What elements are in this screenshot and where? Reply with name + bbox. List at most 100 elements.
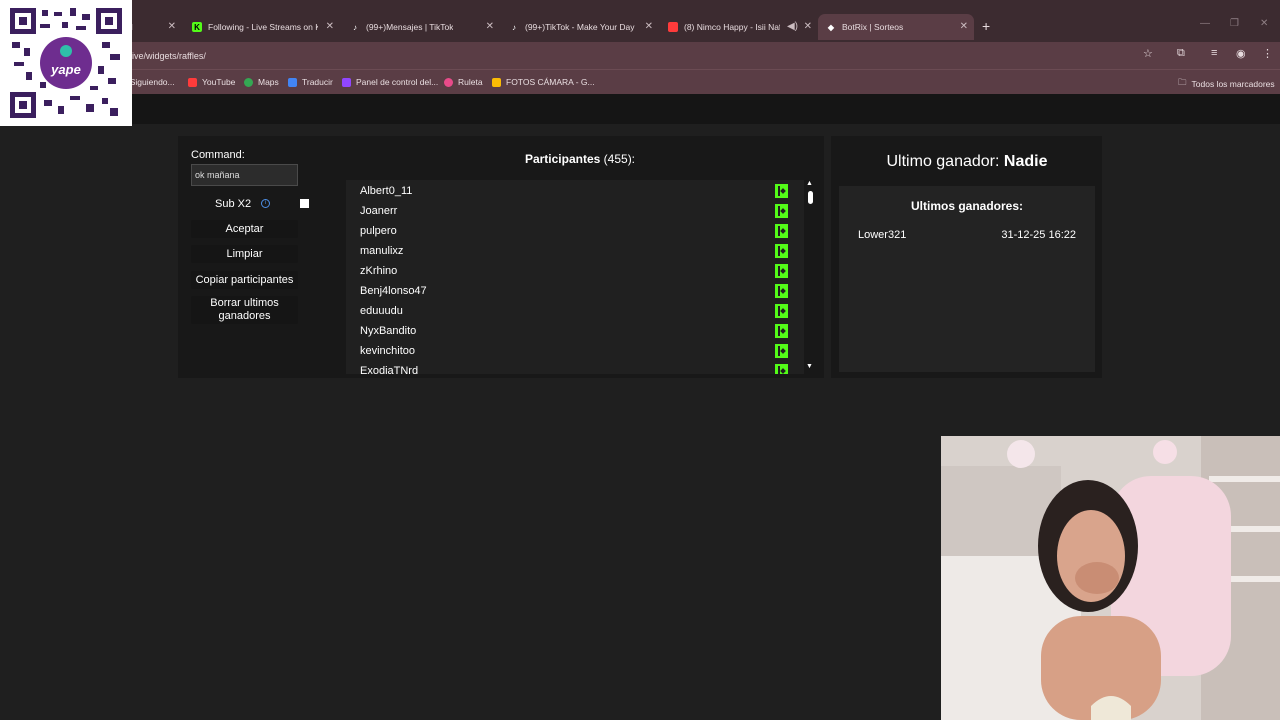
accept-button[interactable]: Aceptar	[191, 220, 298, 238]
page-header-strip	[0, 94, 1280, 124]
extensions-icon[interactable]: ⧉	[1177, 47, 1185, 60]
tab-bar: d ✕ K Following - Live Streams on Kick ✕…	[0, 0, 1280, 42]
tab-botrix[interactable]: ◆ BotRix | Sorteos ✕	[818, 14, 974, 40]
close-icon[interactable]: ✕	[168, 21, 176, 32]
list-item: NyxBandito	[346, 321, 804, 341]
twitch-icon	[342, 77, 351, 87]
list-item: manulixz	[346, 241, 804, 261]
drive-icon	[492, 77, 501, 87]
clear-button[interactable]: Limpiar	[191, 245, 298, 263]
participant-name: Benj4lonso47	[360, 285, 427, 297]
last-winner-title: Ultimo ganador: Nadie	[839, 153, 1095, 171]
list-item: kevinchitoo	[346, 341, 804, 361]
last-winners-box: Ultimos ganadores: Lower321 31-12-25 16:…	[839, 186, 1095, 372]
kick-icon	[775, 304, 788, 318]
participant-name: eduuudu	[360, 305, 403, 317]
menu-icon[interactable]: ⋮	[1262, 47, 1273, 60]
bookmark-label: Todos los marcadores	[1191, 79, 1275, 89]
close-icon[interactable]: ✕	[486, 21, 494, 32]
kick-icon	[775, 224, 788, 238]
bookmark-ruleta[interactable]: Ruleta	[444, 77, 483, 87]
participants-list[interactable]: Albert0_11 Joanerr pulpero manulixz zKrh…	[346, 180, 804, 374]
tab-1[interactable]: d ✕	[128, 14, 176, 40]
participants-heading: Participantes	[524, 152, 601, 166]
tiktok-icon: ♪	[512, 22, 516, 32]
speaker-icon[interactable]: ◀)	[787, 21, 798, 32]
list-item: ExodiaTNrd	[346, 361, 804, 374]
list-item: zKrhino	[346, 261, 804, 281]
scroll-down-icon[interactable]: ▼	[806, 363, 813, 370]
window-close-icon[interactable]: ✕	[1260, 18, 1268, 29]
bookmark-siguiendo[interactable]: oSiguiendo...	[125, 77, 175, 87]
list-item: pulpero	[346, 221, 804, 241]
participant-name: Albert0_11	[360, 185, 413, 197]
bookmark-label: Maps	[258, 77, 279, 87]
bookmark-label: Traducir	[302, 77, 333, 87]
tab-title: Following - Live Streams on Kick	[208, 22, 318, 32]
media-icon[interactable]: ≡	[1211, 47, 1217, 59]
participant-name: manulixz	[360, 245, 404, 257]
restore-icon[interactable]: ❐	[1230, 18, 1239, 29]
minimize-icon[interactable]: —	[1200, 18, 1210, 29]
kick-icon	[775, 204, 788, 218]
bookmark-traducir[interactable]: Traducir	[288, 77, 333, 87]
sub-x2-checkbox[interactable]	[300, 199, 309, 208]
webcam-image	[941, 436, 1280, 720]
participants-scrollbar[interactable]: ▲ ▼	[804, 180, 816, 374]
kick-icon	[775, 264, 788, 278]
tab-title: (8) Nimco Happy - Isii Naftu	[684, 22, 780, 32]
yape-qr-code: yape	[0, 0, 132, 126]
bookmark-youtube[interactable]: YouTube	[188, 77, 235, 87]
youtube-icon	[188, 77, 197, 87]
close-icon[interactable]: ✕	[326, 21, 334, 32]
scroll-thumb[interactable]	[808, 191, 813, 204]
command-input[interactable]	[191, 164, 298, 186]
star-icon[interactable]: ☆	[1143, 47, 1153, 60]
participant-name: ExodiaTNrd	[360, 365, 419, 374]
copy-participants-button[interactable]: Copiar participantes	[191, 271, 298, 289]
bookmark-maps[interactable]: Maps	[244, 77, 279, 87]
tab-title: (99+)TikTok - Make Your Day	[525, 22, 635, 32]
new-tab-button[interactable]: +	[982, 18, 990, 34]
bookmark-label: FOTOS CÁMARA - G...	[506, 77, 595, 87]
tab-kick-following[interactable]: K Following - Live Streams on Kick ✕	[192, 14, 334, 40]
scroll-up-icon[interactable]: ▲	[806, 180, 813, 187]
sub-x2-label: Sub X2	[215, 198, 252, 210]
kick-icon	[775, 284, 788, 298]
youtube-icon	[668, 22, 678, 32]
folder-icon: 🗀	[1178, 77, 1187, 87]
webcam-overlay	[941, 436, 1280, 720]
close-icon[interactable]: ✕	[645, 21, 653, 32]
wheel-icon	[444, 77, 453, 87]
last-winners-heading: Ultimos ganadores:	[910, 199, 1024, 213]
list-item: Albert0_11	[346, 181, 804, 201]
profile-icon[interactable]: ◉	[1236, 47, 1246, 60]
tab-tiktok[interactable]: ♪ (99+)TikTok - Make Your Day ✕	[509, 14, 653, 40]
bookmark-label: Ruleta	[458, 77, 483, 87]
bookmark-panel[interactable]: Panel de control del...	[342, 77, 438, 87]
qr-icon: yape	[10, 8, 122, 118]
all-bookmarks[interactable]: 🗀 Todos los marcadores	[1178, 77, 1275, 91]
bookmarks-bar: oSiguiendo... YouTube Maps Traducir Pane…	[0, 69, 1280, 94]
tab-title: (99+)Mensajes | TikTok	[366, 22, 454, 32]
delete-winners-button[interactable]: Borrar ultimos ganadores	[191, 296, 298, 324]
close-icon[interactable]: ✕	[804, 21, 812, 32]
tab-title: BotRix | Sorteos	[842, 22, 904, 32]
participant-name: NyxBandito	[360, 325, 417, 337]
kick-icon	[775, 184, 788, 198]
url-field[interactable]: live/widgets/raffles/	[120, 46, 1160, 66]
list-item: Benj4lonso47	[346, 281, 804, 301]
last-winner-label: Ultimo ganador:	[886, 153, 1000, 170]
tiktok-icon: ♪	[353, 22, 357, 32]
participant-name: kevinchitoo	[360, 345, 416, 357]
yape-logo-text: yape	[50, 62, 81, 77]
botrix-icon: ◆	[827, 22, 835, 32]
bookmark-fotos[interactable]: FOTOS CÁMARA - G...	[492, 77, 595, 87]
winner-entry-name: Lower321	[858, 229, 907, 241]
kick-icon	[775, 344, 788, 358]
winner-entry-date: 31-12-25 16:22	[1001, 229, 1076, 241]
tab-youtube[interactable]: (8) Nimco Happy - Isii Naftu ◀) ✕	[668, 14, 812, 40]
tab-tiktok-messages[interactable]: ♪ (99+)Mensajes | TikTok ✕	[350, 14, 494, 40]
info-icon[interactable]: i	[261, 199, 270, 208]
close-icon[interactable]: ✕	[960, 21, 968, 32]
